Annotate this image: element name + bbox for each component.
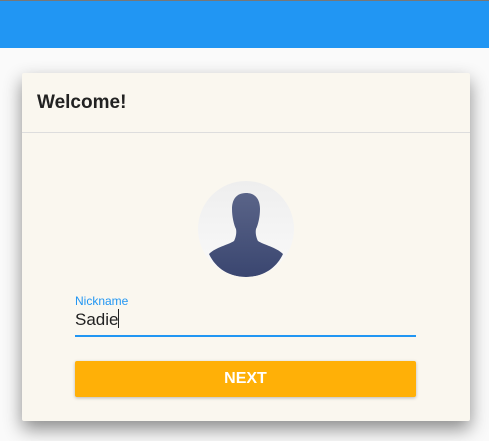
next-button[interactable]: NEXT bbox=[75, 361, 416, 397]
header-divider bbox=[22, 132, 470, 133]
nickname-underline bbox=[75, 335, 416, 337]
dialog-title: Welcome! bbox=[37, 92, 127, 113]
avatar[interactable] bbox=[198, 181, 294, 277]
nickname-value: Sadie bbox=[75, 310, 119, 329]
person-silhouette-icon bbox=[209, 193, 283, 277]
nickname-input[interactable]: Sadie bbox=[75, 309, 416, 329]
nickname-label: Nickname bbox=[75, 294, 129, 308]
app-bar bbox=[0, 1, 489, 48]
welcome-dialog: Welcome! Nickname Sadie NEXT bbox=[22, 73, 470, 421]
text-caret bbox=[118, 309, 120, 328]
